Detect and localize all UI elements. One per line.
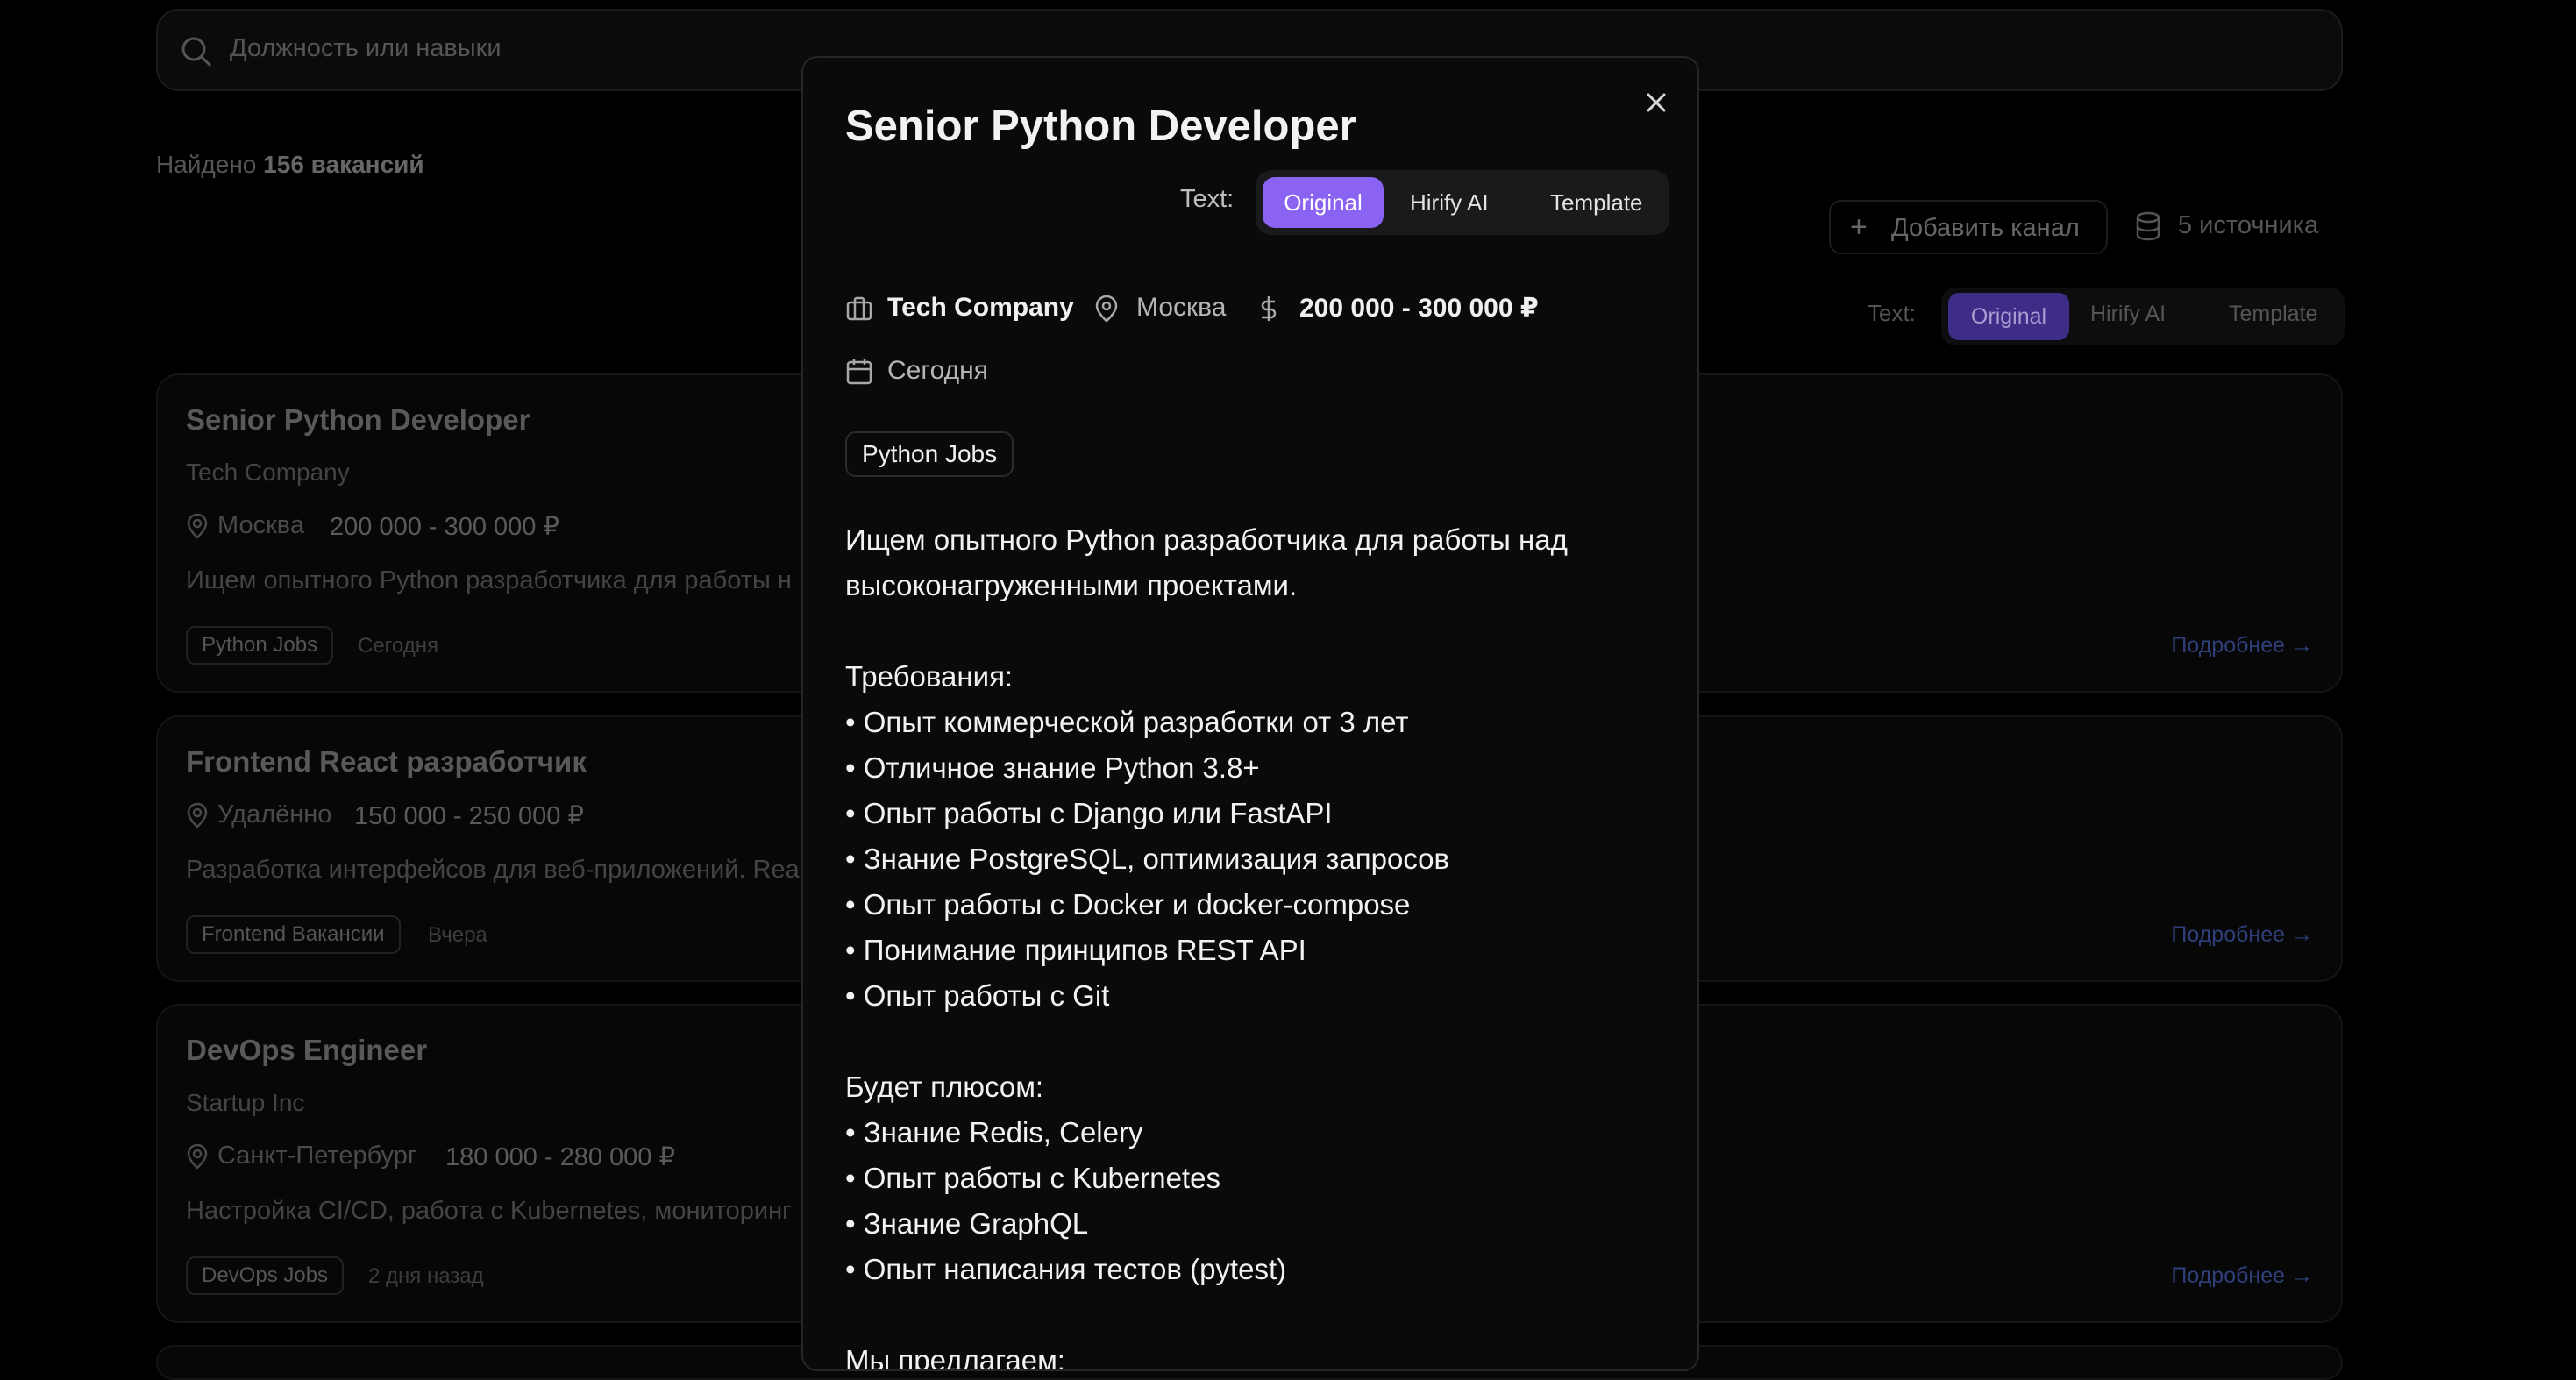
job-city: Санкт-Петербург	[217, 1142, 417, 1170]
tab-original[interactable]: Original	[1948, 293, 2069, 340]
job-source-tag[interactable]: Frontend Вакансии	[186, 915, 401, 954]
job-city: Удалённо	[217, 800, 332, 829]
description-line: Будет плюсом:	[845, 1071, 1044, 1103]
job-title[interactable]: Frontend React разработчик	[186, 745, 587, 779]
tab-hirify-ai[interactable]: Hirify AI	[2090, 302, 2166, 327]
job-source-tag[interactable]: DevOps Jobs	[186, 1256, 345, 1295]
description-line	[845, 1292, 1568, 1338]
tab-original[interactable]: Original	[1263, 177, 1384, 228]
job-title[interactable]: Senior Python Developer	[186, 403, 530, 437]
job-salary: 150 000 - 250 000 ₽	[354, 802, 584, 830]
description-line: Ищем опытного Python разработчика для ра…	[845, 523, 1568, 556]
modal-source-tag[interactable]: Python Jobs	[845, 431, 1014, 477]
database-icon	[2136, 211, 2160, 241]
calendar-icon	[846, 359, 872, 385]
job-city: Москва	[217, 511, 305, 539]
map-pin-icon	[187, 1143, 208, 1170]
modal-date-value: Сегодня	[887, 356, 988, 385]
map-pin-icon	[1095, 295, 1118, 323]
map-pin-icon	[187, 802, 208, 829]
description-line: высоконагруженными проектами.	[845, 569, 1298, 601]
job-title[interactable]: DevOps Engineer	[186, 1034, 427, 1067]
description-line: • Отличное знание Python 3.8+	[845, 751, 1260, 784]
results-count: Найдено 156 вакансий	[156, 151, 424, 179]
description-line: • Знание PostgreSQL, оптимизация запросо…	[845, 843, 1450, 875]
description-line: Мы предлагаем:	[845, 1344, 1065, 1371]
description-line: • Опыт работы с Docker и docker-compose	[845, 888, 1411, 921]
search-placeholder: Должность или навыки	[230, 34, 502, 62]
job-company: Startup Inc	[186, 1089, 305, 1116]
job-salary: 180 000 - 280 000 ₽	[445, 1143, 675, 1171]
plus-icon: +	[1850, 210, 1868, 244]
results-prefix: Найдено	[156, 151, 257, 178]
map-pin-icon	[187, 513, 208, 539]
modal-description: Ищем опытного Python разработчика для ра…	[845, 517, 1568, 1371]
job-more-link[interactable]: Подробнее →	[2171, 922, 2313, 948]
description-line: • Опыт коммерческой разработки от 3 лет	[845, 706, 1409, 738]
job-source-tag[interactable]: Python Jobs	[186, 626, 334, 665]
search-icon	[181, 37, 211, 67]
job-detail-modal: Senior Python Developer Text: Original H…	[801, 56, 1699, 1371]
job-description: Ищем опытного Python разработчика для ра…	[186, 566, 792, 594]
description-line	[845, 1019, 1568, 1064]
description-line: • Опыт написания тестов (pytest)	[845, 1253, 1287, 1285]
job-more-link[interactable]: Подробнее →	[2171, 1263, 2313, 1289]
text-mode-toggle: Original Hirify AI Template	[1256, 170, 1669, 235]
job-company: Tech Company	[186, 459, 350, 486]
add-channel-button[interactable]: + Добавить канал	[1829, 200, 2108, 254]
tab-hirify-ai[interactable]: Hirify AI	[1410, 189, 1489, 217]
description-line: • Опыт работы с Django или FastAPI	[845, 797, 1333, 829]
description-line: • Знание GraphQL	[845, 1207, 1089, 1240]
modal-company-name: Tech Company	[887, 293, 1074, 322]
job-salary: 200 000 - 300 000 ₽	[330, 513, 559, 541]
description-line: • Опыт работы с Kubernetes	[845, 1162, 1220, 1194]
modal-city: Москва	[1136, 293, 1227, 322]
description-line: Требования:	[845, 660, 1014, 693]
job-date: 2 дня назад	[368, 1264, 484, 1288]
job-description: Разработка интерфейсов для веб-приложени…	[186, 856, 800, 884]
description-line: • Опыт работы с Git	[845, 979, 1110, 1012]
tab-template[interactable]: Template	[1550, 189, 1643, 217]
text-mode-label: Text:	[1180, 185, 1235, 213]
text-mode-label: Text:	[1868, 300, 1916, 326]
description-line: • Знание Redis, Celery	[845, 1116, 1143, 1149]
add-channel-label: Добавить канал	[1891, 214, 2080, 242]
close-icon[interactable]	[1643, 89, 1669, 116]
sources-label: 5 источника	[2178, 211, 2319, 239]
description-line: • Понимание принципов REST API	[845, 934, 1306, 966]
job-description: Настройка CI/CD, работа с Kubernetes, мо…	[186, 1197, 792, 1225]
tab-template[interactable]: Template	[2229, 302, 2317, 327]
modal-salary-value: 200 000 - 300 000 ₽	[1299, 294, 1539, 323]
job-more-link[interactable]: Подробнее →	[2171, 633, 2313, 658]
modal-title: Senior Python Developer	[845, 103, 1356, 150]
description-line	[845, 608, 1568, 654]
job-date: Вчера	[428, 923, 487, 947]
dollar-icon	[1261, 296, 1277, 321]
results-count-value: 156 вакансий	[263, 151, 424, 178]
text-mode-segment: Original Hirify AI Template	[1941, 288, 2345, 345]
briefcase-icon	[846, 296, 872, 321]
job-date: Сегодня	[358, 634, 438, 658]
